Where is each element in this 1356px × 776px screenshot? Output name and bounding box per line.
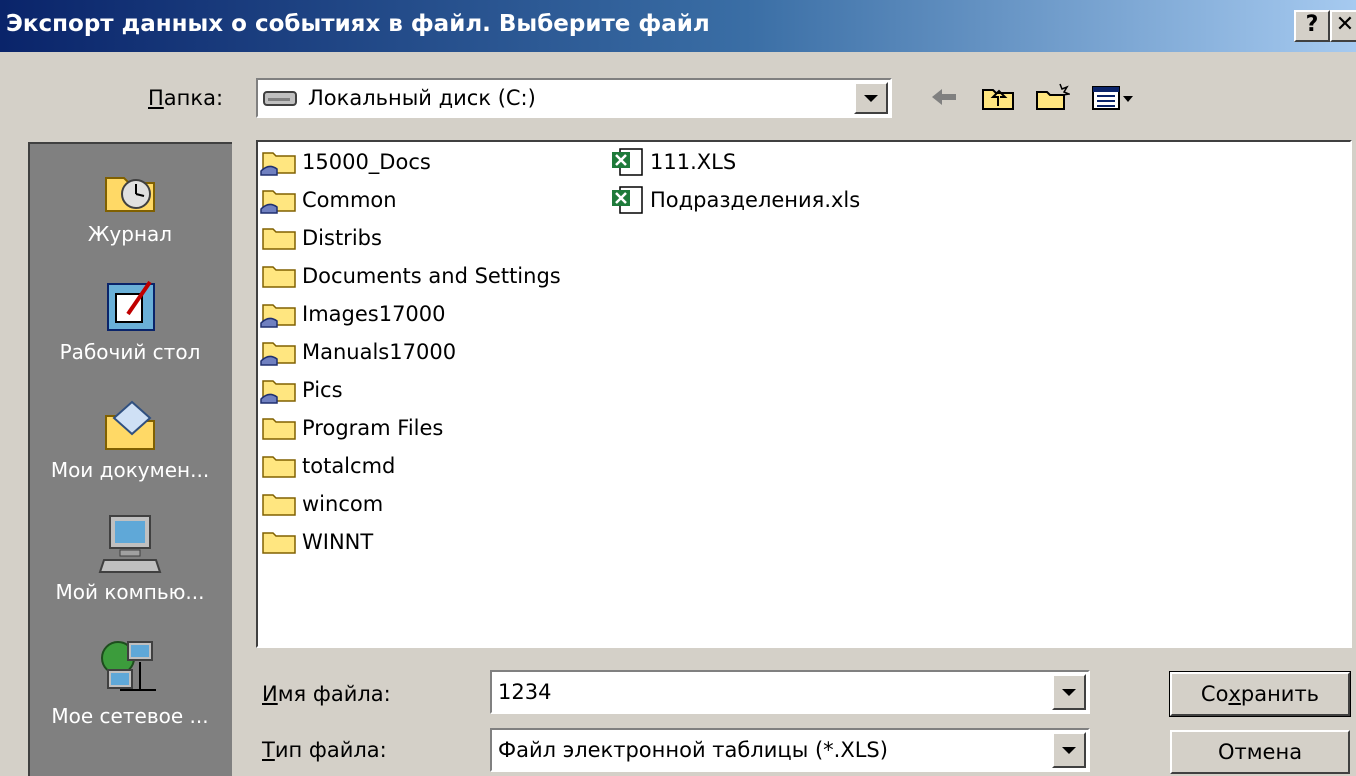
cancel-button[interactable]: Отмена: [1170, 730, 1350, 774]
file-item[interactable]: Manuals17000: [260, 334, 456, 370]
folder-icon: [262, 266, 296, 288]
save-button[interactable]: Сохранить: [1169, 671, 1351, 717]
file-item[interactable]: Program Files: [260, 410, 443, 446]
filetype-dropdown-button[interactable]: [1052, 732, 1086, 768]
file-item[interactable]: wincom: [260, 486, 383, 522]
filename-input[interactable]: 1234: [498, 680, 551, 704]
folder-icon: [262, 494, 296, 516]
shared-folder-icon: [260, 190, 296, 214]
places-bar: Журнал Рабочий стол Мои докумен... Мой к…: [28, 142, 232, 776]
file-item[interactable]: 15000_Docs: [260, 144, 431, 180]
shared-folder-icon: [260, 152, 296, 176]
filetype-value: Файл электронной таблицы (*.XLS): [498, 738, 888, 762]
place-desktop[interactable]: Рабочий стол: [30, 276, 230, 364]
back-arrow-icon[interactable]: [926, 82, 962, 112]
place-my-documents[interactable]: Мои докумен...: [30, 394, 230, 482]
file-item[interactable]: Distribs: [260, 220, 382, 256]
view-menu-icon[interactable]: [1090, 82, 1136, 112]
filename-combobox[interactable]: 1234: [490, 670, 1090, 714]
folder-icon: [262, 532, 296, 554]
folder-icon: [262, 418, 296, 440]
filename-dropdown-button[interactable]: [1052, 674, 1086, 710]
file-item[interactable]: Documents and Settings: [260, 258, 561, 294]
file-list[interactable]: 15000_Docs Common Distribs Documents and…: [256, 140, 1352, 648]
my-computer-icon: [98, 515, 162, 573]
new-folder-icon[interactable]: [1034, 82, 1070, 112]
file-item[interactable]: Pics: [260, 372, 343, 408]
file-item[interactable]: 111.XLS: [608, 144, 736, 180]
folder-icon: [262, 228, 296, 250]
window-title: Экспорт данных о событиях в файл. Выбери…: [6, 11, 710, 37]
folder-dropdown-button[interactable]: [854, 82, 888, 114]
excel-file-icon: [612, 186, 643, 214]
close-button[interactable]: ✕: [1330, 10, 1356, 42]
file-item[interactable]: WINNT: [260, 524, 373, 560]
help-button[interactable]: ?: [1294, 10, 1330, 42]
place-label: Мои докумен...: [50, 458, 210, 482]
my-documents-icon: [105, 400, 155, 450]
place-history[interactable]: Журнал: [30, 158, 230, 246]
file-item[interactable]: Images17000: [260, 296, 446, 332]
place-label: Мое сетевое ...: [51, 704, 209, 728]
shared-folder-icon: [260, 304, 296, 328]
filetype-label: Тип файла:: [262, 738, 387, 762]
folder-value: Локальный диск (C:): [308, 86, 536, 110]
up-folder-icon[interactable]: [980, 82, 1016, 112]
filetype-combobox[interactable]: Файл электронной таблицы (*.XLS): [490, 728, 1090, 772]
place-network[interactable]: Мое сетевое ...: [30, 636, 230, 728]
drive-icon: [263, 91, 297, 106]
excel-file-icon: [612, 148, 643, 176]
file-item[interactable]: Common: [260, 182, 397, 218]
folder-label: Папка:: [148, 86, 224, 110]
file-item[interactable]: Подразделения.xls: [608, 182, 860, 218]
desktop-icon: [107, 280, 155, 331]
place-my-computer[interactable]: Мой компью...: [30, 512, 230, 604]
history-icon: [105, 177, 155, 212]
file-item[interactable]: totalcmd: [260, 448, 395, 484]
network-places-icon: [101, 641, 156, 691]
title-bar: Экспорт данных о событиях в файл. Выбери…: [0, 0, 1356, 52]
folder-combobox[interactable]: Локальный диск (C:): [256, 78, 892, 118]
shared-folder-icon: [260, 342, 296, 366]
shared-folder-icon: [260, 380, 296, 404]
place-label: Рабочий стол: [59, 340, 201, 364]
place-label: Мой компью...: [55, 580, 205, 604]
filename-label: Имя файла:: [262, 682, 391, 706]
folder-icon: [262, 456, 296, 478]
place-label: Журнал: [87, 222, 173, 246]
